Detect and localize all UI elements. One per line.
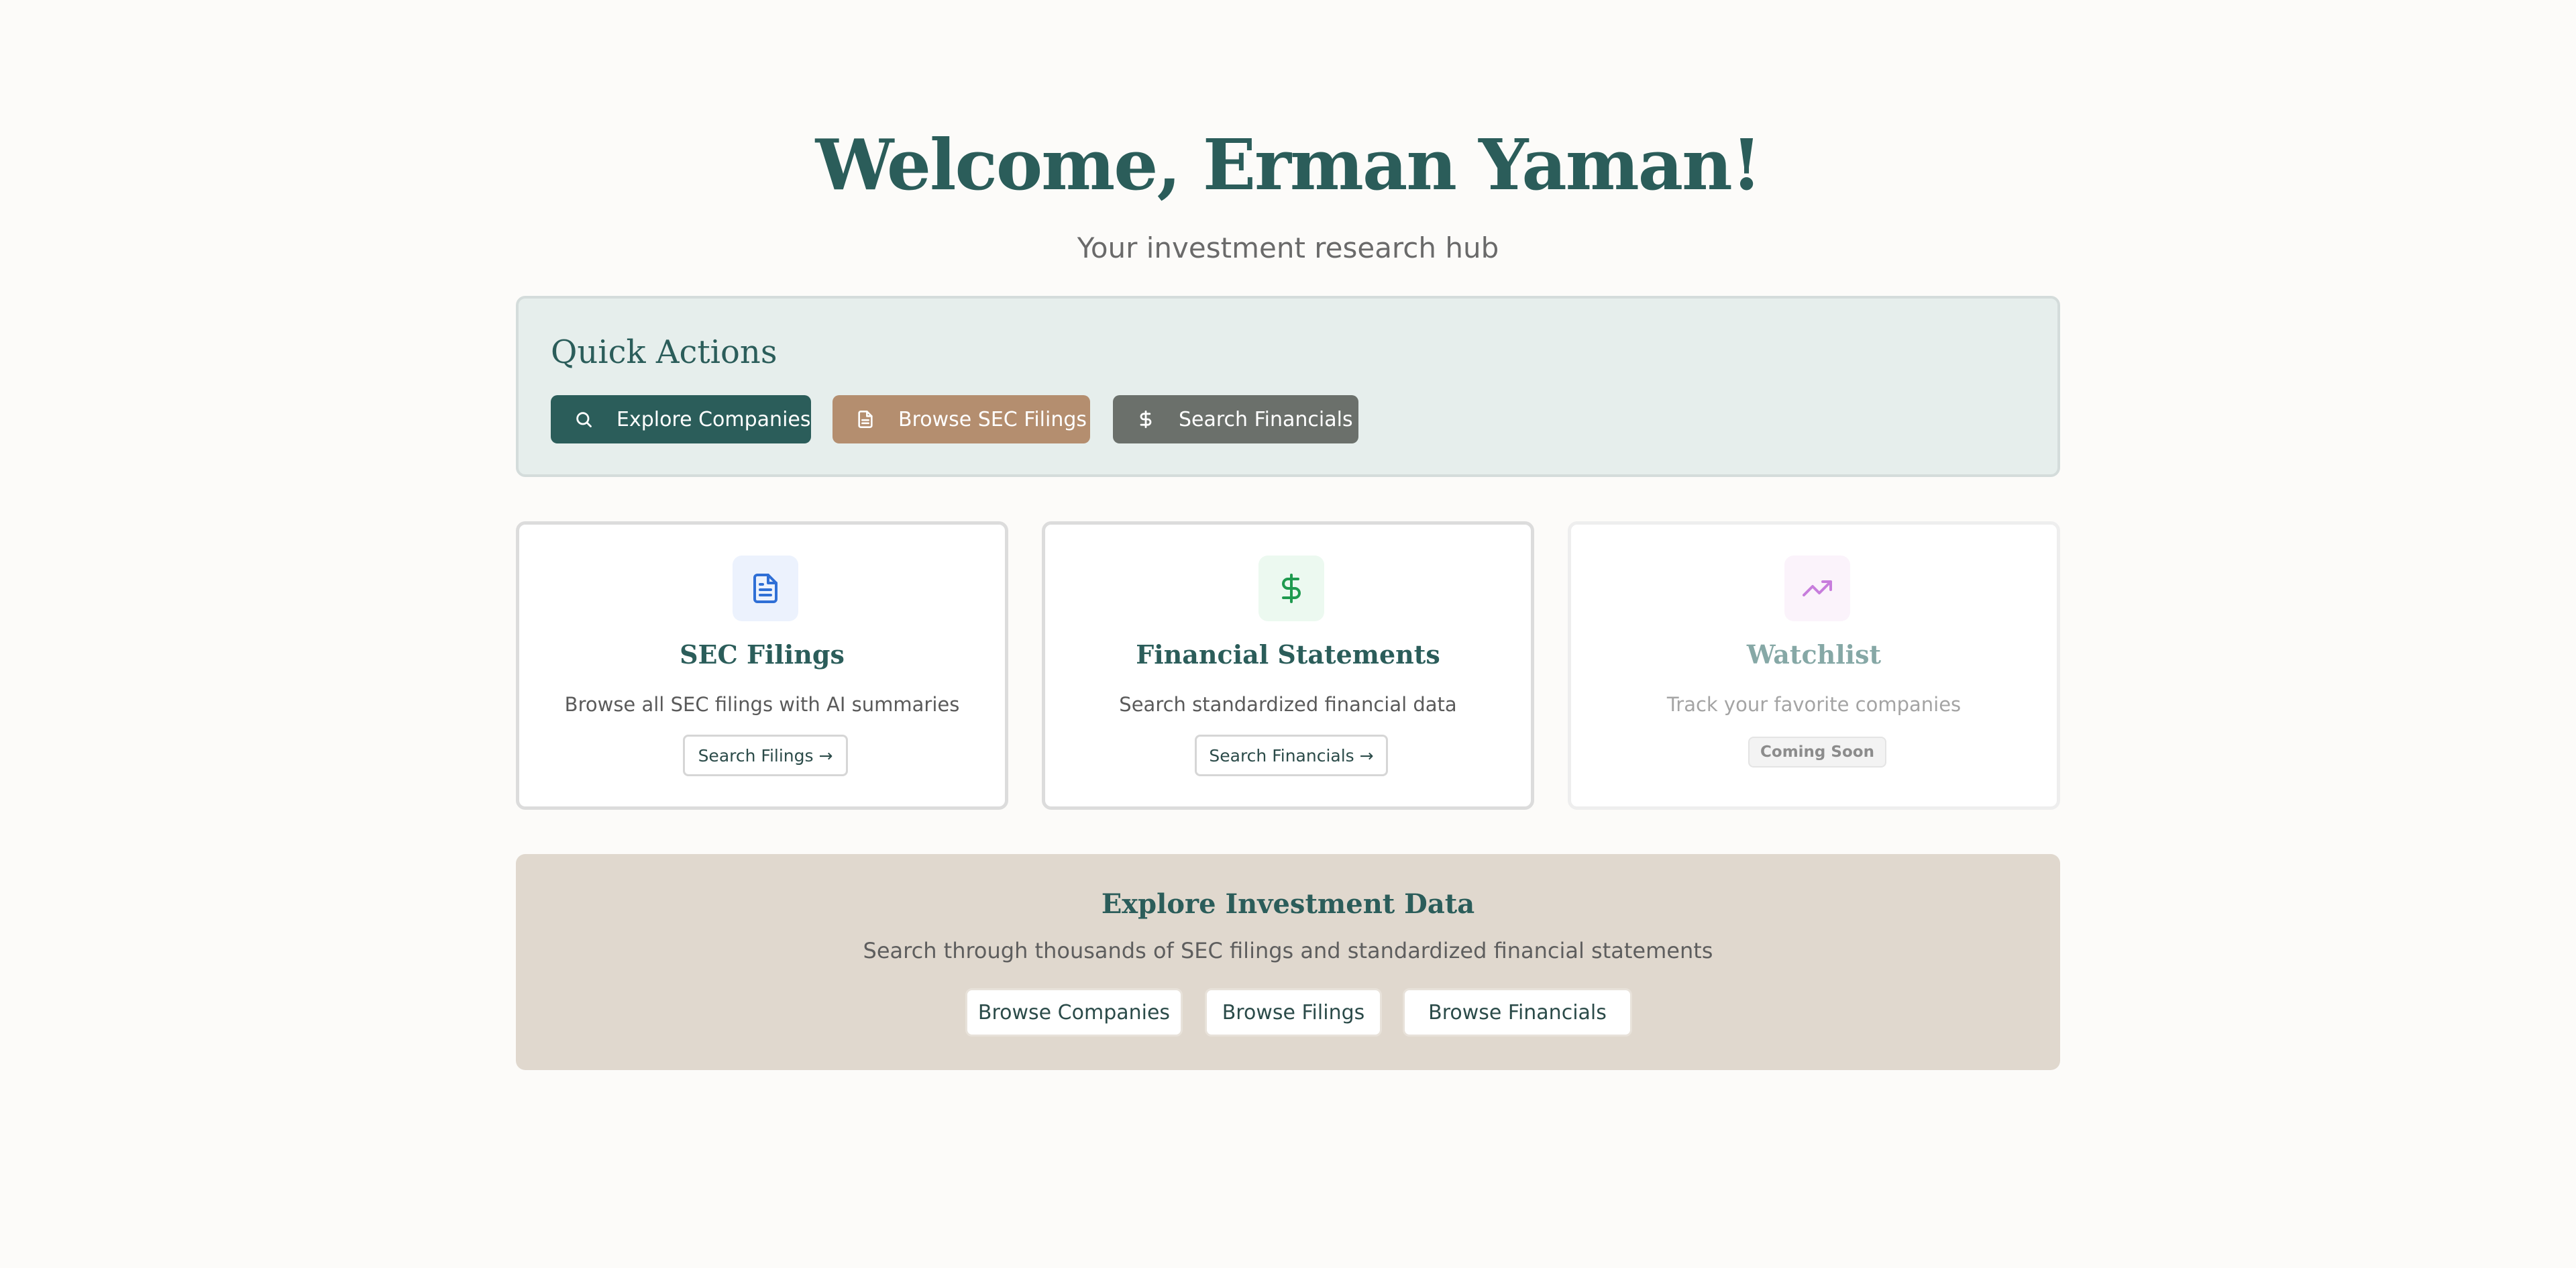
coming-soon-badge: Coming Soon xyxy=(1748,737,1886,768)
browse-sec-filings-label: Browse SEC Filings xyxy=(898,407,1087,431)
financial-statements-card: Financial Statements Search standardized… xyxy=(1042,521,1534,810)
sec-filings-card: SEC Filings Browse all SEC filings with … xyxy=(516,521,1008,810)
search-filings-button[interactable]: Search Filings → xyxy=(683,735,848,776)
quick-actions-title: Quick Actions xyxy=(551,333,777,371)
card-description: Browse all SEC filings with AI summaries xyxy=(564,693,960,716)
explore-companies-button[interactable]: Explore Companies xyxy=(551,395,811,443)
dollar-icon xyxy=(1136,409,1156,429)
search-financials-card-button[interactable]: Search Financials → xyxy=(1195,735,1388,776)
search-financials-label: Search Financials xyxy=(1179,407,1353,431)
browse-companies-button[interactable]: Browse Companies xyxy=(965,988,1183,1037)
card-title: Financial Statements xyxy=(1136,639,1440,670)
card-description: Search standardized financial data xyxy=(1119,693,1457,716)
page-subtitle: Your investment research hub xyxy=(1077,231,1499,264)
card-title: SEC Filings xyxy=(680,639,845,670)
browse-sec-filings-button[interactable]: Browse SEC Filings xyxy=(833,395,1090,443)
trending-up-icon xyxy=(1784,556,1850,621)
welcome-header: Welcome, Erman Yaman! Your investment re… xyxy=(0,118,2576,266)
explore-title: Explore Investment Data xyxy=(1101,888,1475,920)
watchlist-card: Watchlist Track your favorite companies … xyxy=(1568,521,2060,810)
dashboard-page: Welcome, Erman Yaman! Your investment re… xyxy=(0,0,2576,1268)
explore-companies-label: Explore Companies xyxy=(616,407,811,431)
document-icon xyxy=(855,409,875,429)
browse-financials-button[interactable]: Browse Financials xyxy=(1403,988,1632,1037)
explore-investment-data-panel: Explore Investment Data Search through t… xyxy=(516,854,2060,1070)
search-icon xyxy=(574,409,594,429)
quick-actions-panel: Quick Actions Explore Companies Browse S… xyxy=(516,296,2060,477)
card-description: Track your favorite companies xyxy=(1666,693,1962,716)
explore-subtitle: Search through thousands of SEC filings … xyxy=(863,938,1713,963)
card-title: Watchlist xyxy=(1746,639,1882,670)
browse-filings-button[interactable]: Browse Filings xyxy=(1205,988,1382,1037)
dollar-icon xyxy=(1258,556,1324,621)
page-title: Welcome, Erman Yaman! xyxy=(815,123,1762,206)
document-icon xyxy=(733,556,798,621)
search-financials-button[interactable]: Search Financials xyxy=(1113,395,1358,443)
